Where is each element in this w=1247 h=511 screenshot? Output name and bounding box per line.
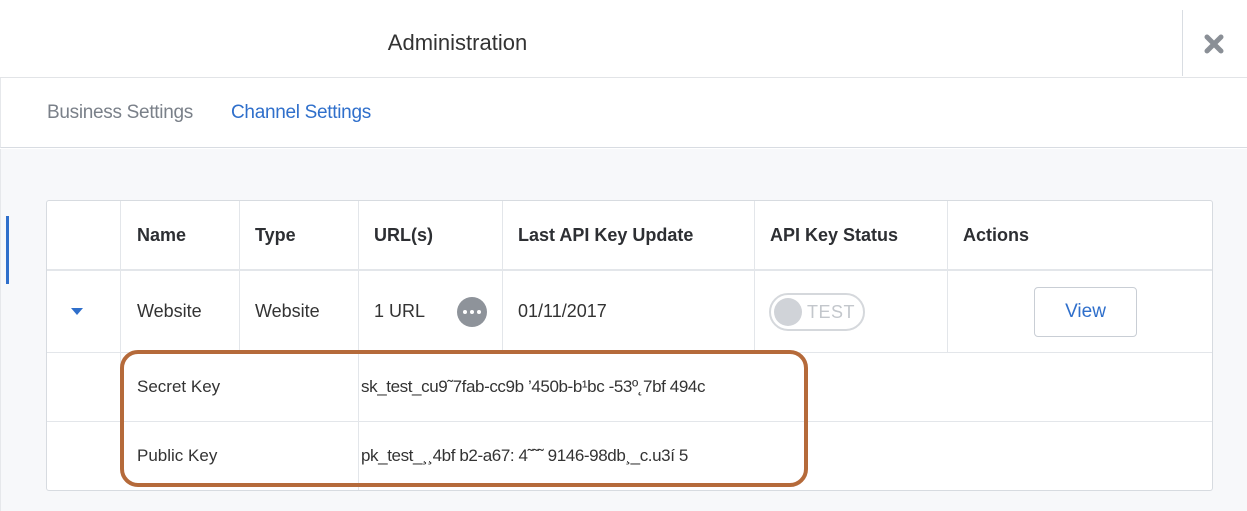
column-header-actions: Actions [963, 224, 1030, 245]
column-header-api-key-status[interactable]: API Key Status [770, 201, 898, 269]
api-key-status-toggle[interactable]: TEST [769, 293, 865, 331]
last-api-key-update: 01/11/2017 [518, 301, 607, 321]
column-header-urls[interactable]: URL(s) [374, 201, 433, 269]
close-button[interactable] [1198, 28, 1230, 60]
more-options-icon[interactable] [457, 297, 487, 327]
channels-table: Name Type URL(s) Last API Key Update API… [46, 200, 1213, 491]
dialog-header: Administration [0, 0, 1247, 78]
expand-caret-icon[interactable] [71, 308, 83, 315]
view-button[interactable]: View [1034, 287, 1137, 337]
secret-key-value: sk_test_cu9˜7fab-cc9b ’450b-b¹bc -53º˛7b… [361, 377, 706, 396]
column-header-type[interactable]: Type [255, 201, 296, 269]
detail-row-public-key: Public Key pk_test_¸¸4bf b2-a67: 4˜˜˜ 91… [47, 422, 1212, 490]
toggle-knob [774, 298, 802, 326]
url-count: 1 URL [374, 301, 426, 321]
column-header-last-api-key-update[interactable]: Last API Key Update [518, 201, 693, 269]
detail-row-secret-key: Secret Key sk_test_cu9˜7fab-cc9b ’450b-b… [47, 353, 1212, 422]
header-divider [1182, 10, 1183, 76]
table-row: Website Website 1 URL 01/11/2017 TEST Vi… [47, 271, 1212, 353]
column-header-name[interactable]: Name [137, 201, 186, 269]
settings-tabs: Business Settings Channel Settings [0, 78, 1247, 148]
tab-business-settings[interactable]: Business Settings [47, 102, 193, 124]
tab-channel-settings[interactable]: Channel Settings [231, 102, 371, 124]
close-icon [1204, 34, 1224, 54]
secret-key-label: Secret Key [137, 377, 221, 396]
table-header-row: Name Type URL(s) Last API Key Update API… [47, 201, 1212, 271]
dialog-title: Administration [387, 30, 528, 55]
toggle-label: TEST [807, 302, 856, 322]
public-key-label: Public Key [137, 446, 218, 465]
channel-type: Website [255, 301, 320, 321]
channel-name: Website [137, 301, 202, 321]
public-key-value: pk_test_¸¸4bf b2-a67: 4˜˜˜ 9146-98db¸_c.… [361, 446, 688, 465]
side-active-indicator [6, 216, 9, 284]
